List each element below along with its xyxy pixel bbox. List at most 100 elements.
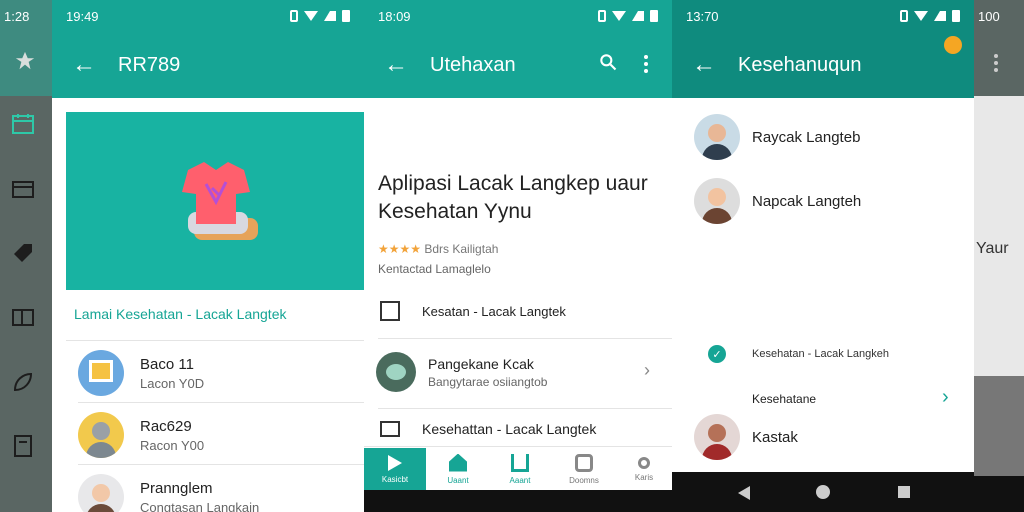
item-subtitle: Racon Y00 bbox=[140, 437, 205, 453]
nav-label: Doomns bbox=[569, 475, 599, 485]
list-item[interactable]: Pangekane Kcak Bangytarae osiiangtob › bbox=[376, 350, 656, 394]
document-icon[interactable] bbox=[11, 434, 35, 458]
star-icon[interactable] bbox=[14, 50, 36, 72]
battery-icon bbox=[952, 10, 960, 22]
banner-caption: Lamai Kesehatan - Lacak Langtek bbox=[74, 306, 287, 322]
list-item[interactable]: Baco 11 Lacon Y0D bbox=[78, 348, 364, 398]
screen-contacts: 13:70 ← Kesehanuqun Raycak Langteb Napca… bbox=[672, 0, 974, 512]
nav-label: Kasicbt bbox=[381, 474, 409, 484]
status-time: 19:49 bbox=[66, 8, 99, 24]
section-label: Kesehatane bbox=[752, 392, 817, 406]
nav-item[interactable]: Uaant bbox=[428, 448, 488, 490]
section-row[interactable]: Kesehatane › bbox=[752, 386, 958, 410]
item-subtitle: Congtasan Langkain bbox=[140, 499, 260, 512]
back-arrow-icon[interactable]: ← bbox=[384, 51, 408, 79]
status-row: ✓ Kesehatan - Lacak Langkeh bbox=[708, 344, 958, 364]
item-subtitle: Lacon Y0D bbox=[140, 375, 205, 391]
list-item[interactable]: Kesehattan - Lacak Langtek bbox=[380, 414, 660, 444]
list-item[interactable]: Kesatan - Lacak Langtek bbox=[380, 296, 660, 326]
system-nav-bar bbox=[364, 490, 672, 512]
folder-icon[interactable] bbox=[11, 177, 35, 201]
nav-recents-icon[interactable] bbox=[898, 486, 910, 498]
status-time: 18:09 bbox=[378, 8, 411, 24]
nav-home-icon[interactable] bbox=[816, 485, 830, 499]
rating-text: Bdrs Kailigtah bbox=[424, 242, 499, 256]
contact-item[interactable]: Raycak Langteb bbox=[694, 114, 964, 160]
status-bar: 100 bbox=[974, 0, 1024, 32]
tshirt-illustration bbox=[182, 162, 258, 240]
check-icon: ✓ bbox=[708, 345, 726, 363]
split-icon[interactable] bbox=[11, 305, 35, 329]
signal-icon bbox=[324, 11, 336, 21]
system-nav-bar bbox=[974, 476, 1024, 512]
contact-item[interactable]: Napcak Langteh bbox=[694, 178, 964, 224]
screen-right-partial: 100 Yaur bbox=[974, 0, 1024, 512]
nav-label: Aaant bbox=[509, 475, 531, 485]
calendar-icon[interactable] bbox=[11, 112, 35, 136]
back-arrow-icon[interactable]: ← bbox=[72, 51, 96, 79]
nav-item-active[interactable]: Kasicbt bbox=[364, 448, 426, 490]
status-bar: 19:49 bbox=[52, 0, 364, 32]
app-bar: ← Kesehanuqun bbox=[672, 32, 974, 98]
chevron-right-icon[interactable]: › bbox=[942, 386, 949, 409]
partial-text: Yaur bbox=[976, 240, 1009, 257]
nav-item[interactable]: Doomns bbox=[554, 448, 614, 490]
status-label: Kesehatan - Lacak Langkeh bbox=[752, 348, 889, 360]
vibrate-icon bbox=[290, 10, 298, 22]
system-nav-bar bbox=[672, 472, 974, 512]
item-subtitle: Bangytarae osiiangtob bbox=[428, 374, 548, 389]
screen-app-detail: 18:09 ← Utehaxan Aplipasi Lacak Langkep … bbox=[364, 0, 672, 512]
item-title: Prannglem bbox=[140, 479, 213, 497]
note-icon bbox=[380, 421, 400, 437]
contact-item[interactable]: Kastak bbox=[694, 414, 964, 460]
avatar bbox=[694, 414, 740, 460]
tag-icon[interactable] bbox=[11, 240, 35, 264]
list-item[interactable]: Prannglem Congtasan Langkain bbox=[78, 472, 364, 512]
battery-icon bbox=[342, 10, 350, 22]
chat-bubble-icon[interactable] bbox=[944, 36, 962, 54]
status-time: 100 bbox=[978, 8, 1000, 24]
screen-rr789: 19:49 ← RR789 Lamai Kesehatan - Lacak La… bbox=[52, 0, 364, 512]
more-vert-icon[interactable] bbox=[994, 54, 998, 77]
avatar bbox=[694, 178, 740, 224]
nav-item[interactable]: Karis bbox=[614, 448, 674, 490]
multi-screen-composite: 1:28 19:49 ← RR789 Lamai Kesehatan - Lac… bbox=[0, 0, 1024, 512]
divider bbox=[378, 408, 672, 409]
avatar bbox=[78, 350, 124, 396]
leaf-icon[interactable] bbox=[11, 370, 35, 394]
divider bbox=[378, 338, 672, 339]
item-title: Kesatan - Lacak Langtek bbox=[422, 303, 566, 319]
divider bbox=[66, 340, 364, 341]
wifi-icon bbox=[612, 11, 626, 21]
back-arrow-icon[interactable]: ← bbox=[692, 51, 716, 79]
contact-name: Kastak bbox=[752, 428, 798, 446]
contact-name: Raycak Langteb bbox=[752, 128, 861, 146]
app-bar: ← RR789 bbox=[52, 32, 364, 98]
signal-icon bbox=[632, 11, 644, 21]
chart-icon bbox=[511, 453, 529, 472]
person-icon bbox=[638, 456, 650, 469]
chevron-right-icon[interactable]: › bbox=[644, 360, 650, 381]
more-vert-icon[interactable] bbox=[644, 54, 648, 80]
avatar bbox=[694, 114, 740, 160]
divider bbox=[78, 464, 364, 465]
search-icon[interactable] bbox=[598, 52, 618, 78]
app-subtitle: Kentactad Lamaglelo bbox=[378, 262, 491, 276]
page-title: Utehaxan bbox=[430, 53, 516, 76]
vibrate-icon bbox=[598, 10, 606, 22]
nav-label: Uaant bbox=[447, 475, 469, 485]
page-title: RR789 bbox=[118, 53, 181, 76]
avatar bbox=[78, 474, 124, 512]
list-item[interactable]: Rac629 Racon Y00 bbox=[78, 410, 364, 460]
nav-label: Karis bbox=[634, 472, 654, 482]
wifi-icon bbox=[914, 11, 928, 21]
page-title: Kesehanuqun bbox=[738, 53, 862, 76]
app-bar: ← Utehaxan bbox=[364, 32, 672, 98]
item-title: Kesehattan - Lacak Langtek bbox=[422, 421, 597, 437]
nav-back-icon[interactable] bbox=[738, 486, 750, 500]
item-title: Rac629 bbox=[140, 417, 192, 435]
signal-icon bbox=[934, 11, 946, 21]
status-bar: 1:28 bbox=[0, 0, 52, 32]
divider bbox=[78, 402, 364, 403]
nav-item[interactable]: Aaant bbox=[490, 448, 550, 490]
